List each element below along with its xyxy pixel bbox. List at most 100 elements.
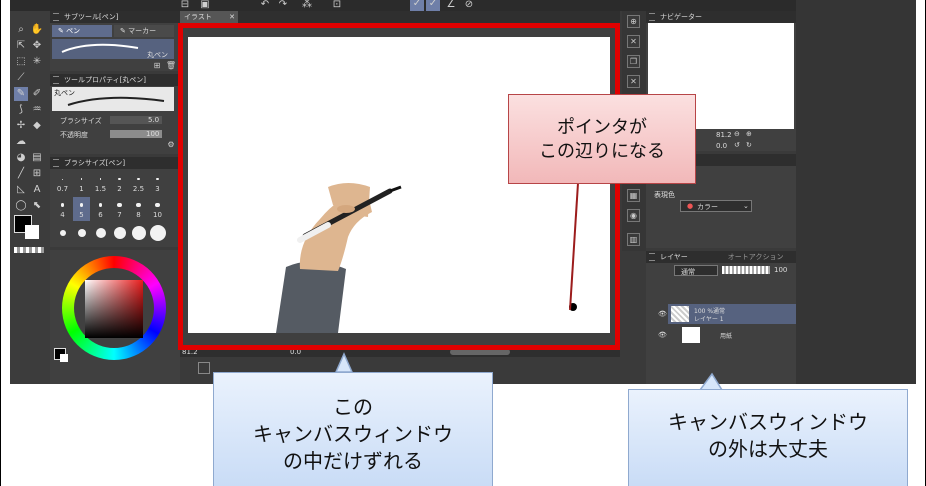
small-sub-color[interactable]	[60, 354, 68, 362]
close-tab-icon[interactable]: ✕	[229, 11, 235, 23]
status-button[interactable]	[198, 362, 210, 374]
rotate-left-icon[interactable]: ↺	[734, 141, 740, 149]
layer-row[interactable]: 用紙	[668, 326, 796, 344]
eye-icon[interactable]: 👁	[658, 310, 667, 318]
sub-color-swatch[interactable]	[25, 225, 39, 239]
pen-tool-icon[interactable]: ✎	[14, 87, 28, 101]
brush-size-label: 10	[153, 211, 162, 219]
frame-tool-icon[interactable]: ⊞	[30, 167, 44, 181]
zoom-in-icon[interactable]: ⊕	[746, 130, 752, 138]
delete-panel-icon[interactable]: ✕	[627, 75, 640, 88]
brush-size-cell[interactable]: 1	[73, 171, 90, 195]
navigator-zoom: 81.2	[716, 131, 732, 139]
navigator-rotation: 0.0	[716, 142, 728, 150]
eye-icon[interactable]: 👁	[658, 331, 667, 339]
magic-wand-icon[interactable]: ✳	[30, 55, 44, 69]
brush-size-cell[interactable]: 0.7	[54, 171, 71, 195]
layer-opacity-slider[interactable]	[722, 266, 770, 274]
tab-canvas[interactable]: イラスト ✕	[180, 11, 238, 23]
transparent-swatch[interactable]	[14, 247, 44, 253]
tab-pen[interactable]: ✎ ペン	[52, 25, 112, 37]
brush-size-grid: 0.7 1 1.5 2 2.5 3 4 5 6 7 8 10	[54, 171, 174, 243]
brush-size-cell[interactable]: 5	[73, 197, 90, 221]
brush-size-dot	[155, 202, 160, 208]
gradient-tool-icon[interactable]: ▤	[30, 151, 44, 165]
brush-size-dot	[80, 178, 83, 180]
brush-size-cell[interactable]: 10	[149, 197, 166, 221]
ruler-icon[interactable]: ✓	[426, 0, 440, 11]
brush-size-cell[interactable]: 2	[111, 171, 128, 195]
snap-icon[interactable]: ✓	[410, 0, 424, 11]
brush-size-dot[interactable]	[131, 226, 146, 240]
inside-callout-line2: キャンバスウィンドウ	[253, 424, 453, 446]
brush-size-dot[interactable]	[113, 227, 126, 239]
layer-panel: レイヤー オートアクション 通常 100 100 %通常 レイヤー 1 用紙 👁 …	[646, 251, 796, 384]
color-set-icon[interactable]: ▦	[627, 189, 640, 202]
brush-size-cell[interactable]: 6	[92, 197, 109, 221]
tab-marker[interactable]: ✎ マーカー	[114, 25, 174, 37]
layer-name: 用紙	[720, 333, 733, 340]
inside-callout: この キャンバスウィンドウ の中だけずれる	[213, 372, 493, 486]
inside-callout-line1: この	[333, 397, 373, 419]
zoom-tool-icon[interactable]: ⌕	[14, 23, 28, 37]
decoration-tool-icon[interactable]: ✢	[14, 119, 28, 133]
saturation-square[interactable]	[85, 280, 143, 338]
close-panel-icon[interactable]: ✕	[627, 35, 640, 48]
brush-size-dot[interactable]	[59, 230, 66, 236]
history-icon[interactable]: ◉	[627, 209, 640, 222]
brush-size-cell[interactable]: 8	[130, 197, 147, 221]
sub-tool-header: サブツール[ペン]	[50, 11, 180, 23]
fill-tool-icon[interactable]: ◕	[14, 151, 28, 165]
layer-header: レイヤー オートアクション	[646, 251, 796, 263]
brush-size-dot	[118, 177, 121, 181]
add-subtool-icon[interactable]: ⊞	[150, 59, 164, 73]
pointer-tool-icon[interactable]: ⬉	[30, 199, 44, 213]
brush-size-label: 4	[60, 211, 65, 219]
brush-tool-icon[interactable]: ⟆	[14, 103, 28, 117]
brush-size-label: 3	[155, 185, 160, 193]
zoom-out-icon[interactable]: ⊖	[734, 130, 740, 138]
pointer-callout-line1: ポインタが	[557, 117, 647, 137]
eyedropper-icon[interactable]: ⟋	[14, 71, 28, 85]
brush-size-dot[interactable]	[77, 229, 86, 237]
eraser-tool-icon[interactable]: ◆	[30, 119, 44, 133]
brush-size-label: 2.5	[132, 185, 145, 193]
material-icon[interactable]: ▥	[627, 233, 640, 246]
figure-tool-icon[interactable]: ╱	[14, 167, 28, 181]
brush-size-dot[interactable]	[95, 228, 106, 238]
brush-size-dot[interactable]	[149, 225, 166, 241]
brush-preset-item[interactable]: 丸ペン	[52, 39, 174, 59]
navigator-button-icon[interactable]: ⊕	[627, 15, 640, 28]
color-mode-select[interactable]: ● カラー ⌄	[680, 200, 752, 212]
blend-tool-icon[interactable]: ☁	[14, 135, 28, 149]
blend-mode-select[interactable]: 通常	[674, 265, 718, 276]
hand-tool-icon[interactable]: ✋	[30, 23, 44, 37]
canvas-tab-bar: イラスト ✕	[180, 11, 620, 23]
move-tool-icon[interactable]: ✥	[30, 39, 44, 53]
operation-tool-icon[interactable]: ⇱	[14, 39, 28, 53]
brush-size-label: ブラシサイズ	[60, 117, 102, 125]
brush-size-cell[interactable]: 3	[149, 171, 166, 195]
brush-size-cell[interactable]: 2.5	[130, 171, 147, 195]
delete-subtool-icon[interactable]: 🗑	[164, 59, 178, 73]
text-tool-icon[interactable]: A	[30, 183, 44, 197]
brush-size-header: ブラシサイズ[ペン]	[50, 157, 180, 169]
layer-row[interactable]: 100 %通常 レイヤー 1	[668, 304, 796, 324]
balloon-tool-icon[interactable]: ◺	[14, 183, 28, 197]
settings-icon[interactable]: ⚙	[164, 138, 178, 152]
brush-size-cell[interactable]: 7	[111, 197, 128, 221]
lasso-tool-icon[interactable]: ◯	[14, 199, 28, 213]
brush-size-dot	[117, 202, 122, 208]
airbrush-icon[interactable]: ♒	[30, 103, 44, 117]
rotate-right-icon[interactable]: ↻	[746, 141, 752, 149]
tool-property-panel: ツールプロパティ[丸ペン] 丸ペン ブラシサイズ 5.0 不透明度 100 ⚙	[50, 74, 180, 154]
layer-opacity-value: 100	[774, 266, 788, 274]
selection-tool-icon[interactable]: ⬚	[14, 55, 28, 69]
copy-panel-icon[interactable]: ❐	[627, 55, 640, 68]
brush-size-label: 6	[98, 211, 103, 219]
pencil-tool-icon[interactable]: ✐	[30, 87, 44, 101]
brush-size-label: 1	[79, 185, 84, 193]
brush-size-cell[interactable]: 4	[54, 197, 71, 221]
color-wheel-panel	[50, 250, 180, 384]
brush-size-cell[interactable]: 1.5	[92, 171, 109, 195]
